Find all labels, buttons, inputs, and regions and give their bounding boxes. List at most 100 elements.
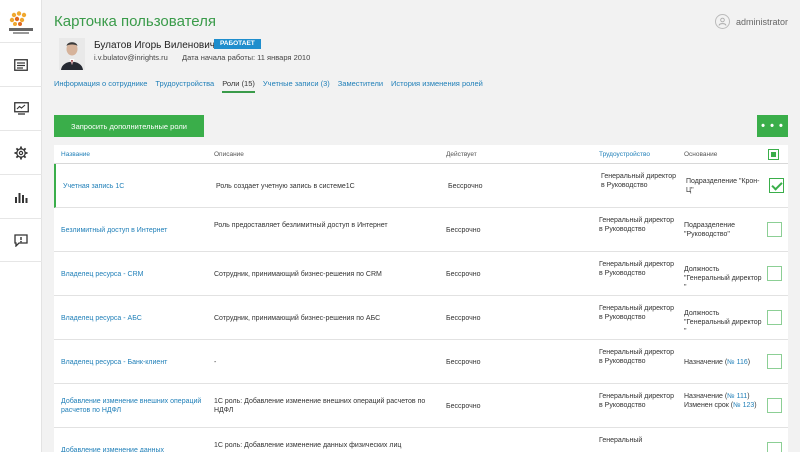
table-row[interactable]: Добавление изменение внешних операций ра… [54, 384, 788, 428]
role-employment: Генеральный директор в Руководство [599, 261, 675, 277]
tab-deputies[interactable]: Заместители [338, 79, 383, 93]
role-name-link[interactable]: Владелец ресурса - CRM [61, 270, 206, 279]
role-active-period: Бессрочно [448, 183, 483, 190]
role-basis: Назначение (№ 116) [684, 358, 762, 367]
role-basis: Подразделение "Крон-Ц" [686, 177, 764, 195]
role-employment: Генеральный директор в Руководство [599, 217, 675, 233]
user-avatar-icon [714, 14, 730, 29]
role-basis: Подразделение "Руководство" [684, 221, 762, 239]
current-user[interactable]: administrator [714, 14, 788, 29]
basis-suffix: ) [747, 359, 751, 366]
role-active-period: Бессрочно [446, 315, 481, 322]
basis-link[interactable]: № 123 [733, 402, 754, 409]
request-roles-button[interactable]: Запросить дополнительные роли [54, 115, 204, 137]
role-employment: Генеральный директор в Руководство [599, 349, 675, 365]
role-active-period: Бессрочно [446, 359, 481, 366]
tab-employee-info[interactable]: Информация о сотруднике [54, 79, 147, 93]
roles-table: Название Описание Действует Трудоустройс… [54, 145, 788, 452]
table-row[interactable]: Добавление изменение данных 1С роль: Доба… [54, 428, 788, 452]
col-name-header[interactable]: Название [61, 151, 90, 158]
basis-line: Подразделение "Руководство" [684, 221, 762, 239]
employee-photo [59, 38, 85, 70]
list-icon [14, 58, 28, 71]
app-logo-icon[interactable] [5, 10, 37, 36]
table-row[interactable]: Владелец ресурса - CRM Сотрудник, принима… [54, 252, 788, 296]
row-select-checkbox[interactable] [769, 178, 784, 193]
row-select-checkbox[interactable] [767, 266, 782, 281]
sidebar-item-monitor[interactable] [0, 86, 42, 130]
sidebar-item-settings[interactable] [0, 130, 42, 174]
col-employment-header[interactable]: Трудоустройство [599, 151, 650, 158]
sidebar-item-list[interactable] [0, 42, 42, 86]
basis-line: Должность "Генеральный директор " [684, 309, 762, 336]
role-description: 1С роль: Добавление изменение внешних оп… [214, 398, 426, 414]
more-actions-button[interactable]: • • • [757, 115, 788, 137]
table-header: Название Описание Действует Трудоустройс… [54, 145, 788, 164]
tab-roles[interactable]: Роли (15) [222, 79, 255, 93]
gear-icon [14, 146, 28, 159]
basis-line: Назначение (№ 111) [684, 392, 762, 401]
role-description: Сотрудник, принимающий бизнес-решения по… [214, 315, 381, 322]
role-name-link[interactable]: Владелец ресурса - АБС [61, 314, 206, 323]
sidebar-item-messages[interactable] [0, 218, 42, 262]
role-employment: Генеральный директор в Руководство [601, 173, 677, 189]
row-select-checkbox[interactable] [767, 398, 782, 413]
tab-accounts[interactable]: Учетные записи (3) [263, 79, 330, 93]
basis-suffix: ) [754, 402, 757, 409]
role-name-link[interactable]: Владелец ресурса - Банк-клиент [61, 358, 206, 367]
table-row[interactable]: Владелец ресурса - Банк-клиент - Бессрочно… [54, 340, 788, 384]
role-active-period: Бессрочно [446, 271, 481, 278]
monitor-icon [13, 102, 29, 115]
basis-text: Подразделение "Руководство" [684, 222, 736, 238]
row-select-checkbox[interactable] [767, 354, 782, 369]
current-user-name: administrator [735, 16, 788, 27]
row-select-checkbox[interactable] [767, 310, 782, 325]
chart-icon [15, 192, 28, 203]
table-row[interactable]: Владелец ресурса - АБС Сотрудник, принима… [54, 296, 788, 340]
select-all-checkbox[interactable] [768, 149, 779, 160]
role-description: 1С роль: Добавление изменение данных физ… [214, 442, 402, 449]
role-description: Сотрудник, принимающий бизнес-решения по… [214, 271, 382, 278]
main-content: Карточка пользователя administrator Була… [42, 0, 800, 452]
table-row[interactable]: Учетная запись 1С Роль создает учетную за… [54, 164, 788, 208]
role-description: Роль предоставляет безлимитный доступ в … [214, 222, 388, 229]
basis-link[interactable]: № 111 [727, 393, 747, 400]
role-basis: Должность "Генеральный директор " [684, 309, 762, 336]
col-description-header: Описание [214, 151, 244, 158]
message-alert-icon [14, 233, 28, 247]
basis-line: Должность "Генеральный директор " [684, 265, 762, 292]
basis-line: Подразделение "Крон-Ц" [686, 177, 764, 195]
role-name-link[interactable]: Безлимитный доступ в Интернет [61, 226, 206, 235]
employee-name: Булатов Игорь Виленович [94, 40, 215, 51]
basis-suffix: ) [747, 393, 750, 400]
role-name-link[interactable]: Добавление изменение данных [61, 446, 206, 452]
basis-text: Назначение ( [684, 359, 728, 366]
role-employment: Генеральный директор в Руководство [599, 393, 675, 409]
basis-text: Изменен срок ( [684, 402, 734, 409]
role-employment: Генеральный директор в Руководство [599, 305, 675, 321]
page-title: Карточка пользователя [54, 13, 217, 30]
tab-role-history[interactable]: История изменения ролей [391, 79, 483, 93]
status-badge: РАБОТАЕТ [214, 39, 261, 49]
role-name-link[interactable]: Добавление изменение внешних операций ра… [61, 397, 206, 415]
basis-text: Подразделение "Крон-Ц" [686, 178, 760, 194]
basis-link[interactable]: № 116 [727, 359, 748, 366]
basis-line: Изменен срок (№ 123) [684, 401, 762, 410]
role-description: - [214, 359, 217, 366]
role-name-link[interactable]: Учетная запись 1С [63, 182, 208, 191]
role-description: Роль создает учетную запись в системе1С [216, 183, 355, 190]
role-employment: Генеральный [599, 437, 643, 444]
sidebar-item-reports[interactable] [0, 174, 42, 218]
employee-email: i.v.bulatov@inrights.ru [94, 53, 168, 62]
basis-text: Назначение ( [684, 393, 728, 400]
sidebar [0, 0, 42, 452]
row-select-checkbox[interactable] [767, 222, 782, 237]
table-row[interactable]: Безлимитный доступ в Интернет Роль предос… [54, 208, 788, 252]
role-basis: Должность "Генеральный директор " [684, 265, 762, 292]
tab-employment[interactable]: Трудоустройства [155, 79, 214, 93]
row-select-checkbox[interactable] [767, 442, 782, 452]
basis-text: Должность "Генеральный директор " [684, 266, 762, 291]
role-active-period: Бессрочно [446, 227, 481, 234]
role-basis: Назначение (№ 111) Изменен срок (№ 123) [684, 392, 762, 410]
role-active-period: Бессрочно [446, 403, 481, 410]
